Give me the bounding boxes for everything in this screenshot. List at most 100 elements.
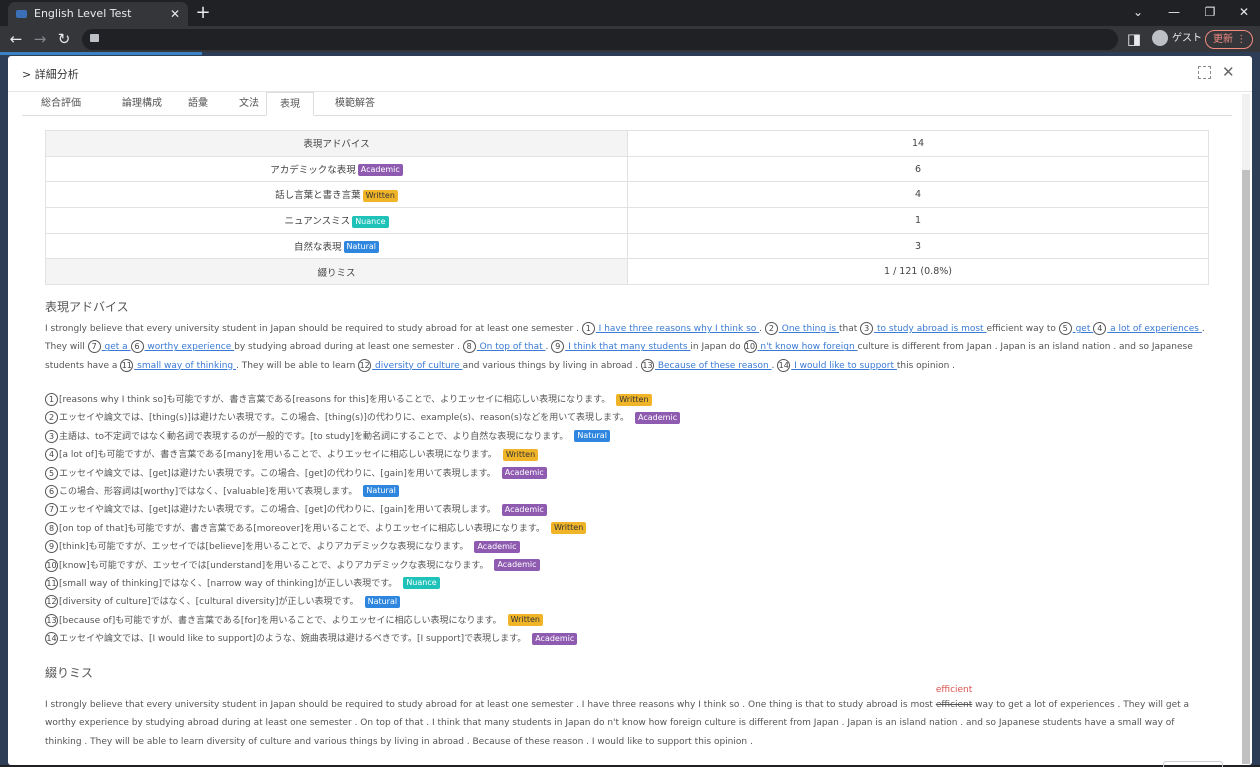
advice-number-marker: 11	[120, 358, 134, 372]
summary-label: ニュアンスミス	[284, 216, 351, 228]
footer-button[interactable]	[1163, 761, 1223, 767]
expand-icon[interactable]	[1198, 66, 1211, 79]
highlighted-phrase[interactable]: On top of that	[477, 342, 546, 352]
advice-item: 10 [know]も可能ですが、エッセイでは[understand]を用いることで…	[45, 557, 1205, 575]
summary-label: 表現アドバイス	[303, 139, 370, 151]
advice-number: 7	[45, 503, 58, 517]
close-icon[interactable]: ✕	[1222, 63, 1235, 81]
advice-number-marker: 5	[1058, 322, 1072, 335]
highlighted-phrase[interactable]: diversity of culture	[372, 361, 462, 371]
advice-list: 1 [reasons why I think so]も可能ですが、書き言葉である[…	[45, 391, 1205, 648]
summary-row: 自然な表現 Natural 3	[45, 232, 1209, 260]
new-tab-icon[interactable]: +	[194, 1, 212, 25]
loading-bar	[0, 52, 202, 55]
advice-number-marker: 3	[860, 322, 874, 335]
advice-number: 4	[45, 448, 58, 462]
scrollbar[interactable]	[1242, 94, 1250, 764]
highlighted-phrase[interactable]: get a	[102, 342, 131, 352]
essay-text: this opinion .	[896, 360, 956, 371]
browser-tab[interactable]: English Level Test ✕	[8, 2, 188, 26]
annotated-essay: I strongly believe that every university…	[45, 320, 1205, 375]
advice-number: 14	[45, 632, 58, 646]
category-badge: Academic	[494, 559, 540, 572]
highlighted-phrase[interactable]: I would like to support	[791, 361, 897, 371]
summary-label: 自然な表現	[293, 241, 342, 253]
advice-number-marker: 4	[1093, 322, 1107, 335]
tab-model-answer[interactable]: 模範解答	[326, 92, 384, 116]
advice-item: 7 エッセイや論文では、[get]は避けたい表現です。この場合、[get]の代わり…	[45, 501, 1205, 519]
summary-label: 話し言葉と書き言葉	[275, 190, 361, 202]
essay-text: and various things by living in abroad .	[462, 360, 641, 371]
advice-text: [diversity of culture]ではなく、[cultural div…	[59, 597, 359, 608]
highlighted-phrase[interactable]: I think that many students	[565, 342, 690, 352]
close-tab-icon[interactable]: ✕	[170, 2, 180, 26]
highlighted-phrase[interactable]: small way of thinking	[134, 361, 236, 371]
tab-search-icon[interactable]: ⌄	[1120, 0, 1156, 26]
advice-number-marker: 14	[777, 358, 791, 372]
spelling-text-before: I strongly believe that every university…	[45, 700, 936, 710]
category-badge: Natural	[574, 430, 610, 443]
modal-title[interactable]: > 詳細分析	[22, 66, 79, 82]
advice-number: 3	[45, 429, 58, 443]
advice-item: 1 [reasons why I think so]も可能ですが、書き言葉である[…	[45, 391, 1205, 409]
reload-icon[interactable]: ↻	[54, 26, 74, 52]
advice-heading: 表現アドバイス	[45, 300, 129, 314]
tab-grammar[interactable]: 文法	[228, 92, 270, 116]
restore-icon[interactable]: ❐	[1192, 0, 1228, 26]
category-badge: Nuance	[352, 215, 389, 228]
back-icon[interactable]: ←	[6, 26, 26, 52]
advice-item: 8 [on top of that]も可能ですが、書き言葉である[moreover…	[45, 520, 1205, 538]
highlighted-phrase[interactable]: Because of these reason	[655, 361, 772, 371]
minimize-icon[interactable]: —	[1156, 0, 1192, 26]
forward-icon[interactable]: →	[30, 26, 50, 52]
advice-text: [a lot of]も可能ですが、書き言葉である[many]を用いることで、より…	[59, 450, 497, 461]
avatar-icon	[1152, 30, 1168, 46]
advice-item: 6 この場合、形容詞は[worthy]ではなく、[valuable]を用いて表現し…	[45, 483, 1205, 501]
highlighted-phrase[interactable]: a lot of experiences	[1107, 324, 1202, 334]
category-badge: Academic	[501, 467, 547, 480]
reading-mode-icon[interactable]: ◨	[1124, 26, 1144, 52]
highlighted-phrase[interactable]: I have three reasons why I think so	[596, 324, 759, 334]
advice-number-marker: 7	[87, 340, 101, 354]
category-badge: Written	[507, 614, 543, 627]
highlighted-phrase[interactable]: get	[1073, 324, 1094, 334]
category-badge: Written	[502, 448, 539, 461]
tab-expression[interactable]: 表現	[266, 92, 314, 116]
category-badge: Academic	[635, 411, 681, 424]
summary-label: 綴りミス	[317, 267, 356, 279]
category-badge: Natural	[343, 241, 380, 254]
update-button[interactable]: 更新 ⋮	[1205, 30, 1253, 49]
summary-value: 14	[627, 130, 1209, 157]
highlighted-phrase[interactable]: One thing is	[779, 324, 839, 334]
tab-overall[interactable]: 総合評価	[32, 92, 90, 116]
category-badge: Academic	[532, 632, 578, 645]
summary-label-cell: 表現アドバイス	[45, 130, 628, 157]
window-close-icon[interactable]: ✕	[1226, 0, 1260, 26]
tab-vocabulary[interactable]: 語彙	[178, 92, 218, 116]
category-badge: Written	[550, 522, 587, 535]
modal-header: > 詳細分析 ✕	[8, 56, 1252, 92]
advice-number-marker: 10	[743, 340, 757, 354]
advice-text: エッセイや論文では、[thing(s)]は避けたい表現です。この場合、[thin…	[59, 413, 630, 424]
scrollbar-thumb[interactable]	[1242, 170, 1250, 764]
advice-number-marker: 8	[462, 340, 476, 354]
advice-text: [on top of that]も可能ですが、書き言葉である[moreover]…	[59, 523, 545, 534]
chevron-right-icon: >	[22, 68, 32, 81]
advice-number: 10	[45, 558, 58, 572]
advice-number: 6	[45, 484, 58, 498]
category-badge: Nuance	[403, 577, 440, 590]
summary-row: 話し言葉と書き言葉 Written 4	[45, 181, 1209, 209]
tab-logic[interactable]: 論理構成	[108, 92, 176, 116]
highlighted-phrase[interactable]: n't know how foreign	[758, 342, 858, 352]
summary-label-cell: 自然な表現 Natural	[45, 232, 628, 260]
highlighted-phrase[interactable]: worthy experience	[145, 342, 235, 352]
highlighted-phrase[interactable]: to study abroad is most	[874, 324, 986, 334]
address-bar[interactable]	[82, 29, 1118, 50]
browser-toolbar: ← → ↻ ◨ ゲスト 更新 ⋮	[0, 26, 1260, 52]
advice-item: 14 エッセイや論文では、[I would like to support]のよう…	[45, 630, 1205, 648]
essay-text: .	[759, 324, 765, 334]
category-badge: Academic	[357, 164, 403, 177]
browser-tab-title: English Level Test	[34, 7, 132, 20]
category-badge: Academic	[474, 540, 520, 553]
profile-button[interactable]: ゲスト	[1152, 30, 1202, 48]
